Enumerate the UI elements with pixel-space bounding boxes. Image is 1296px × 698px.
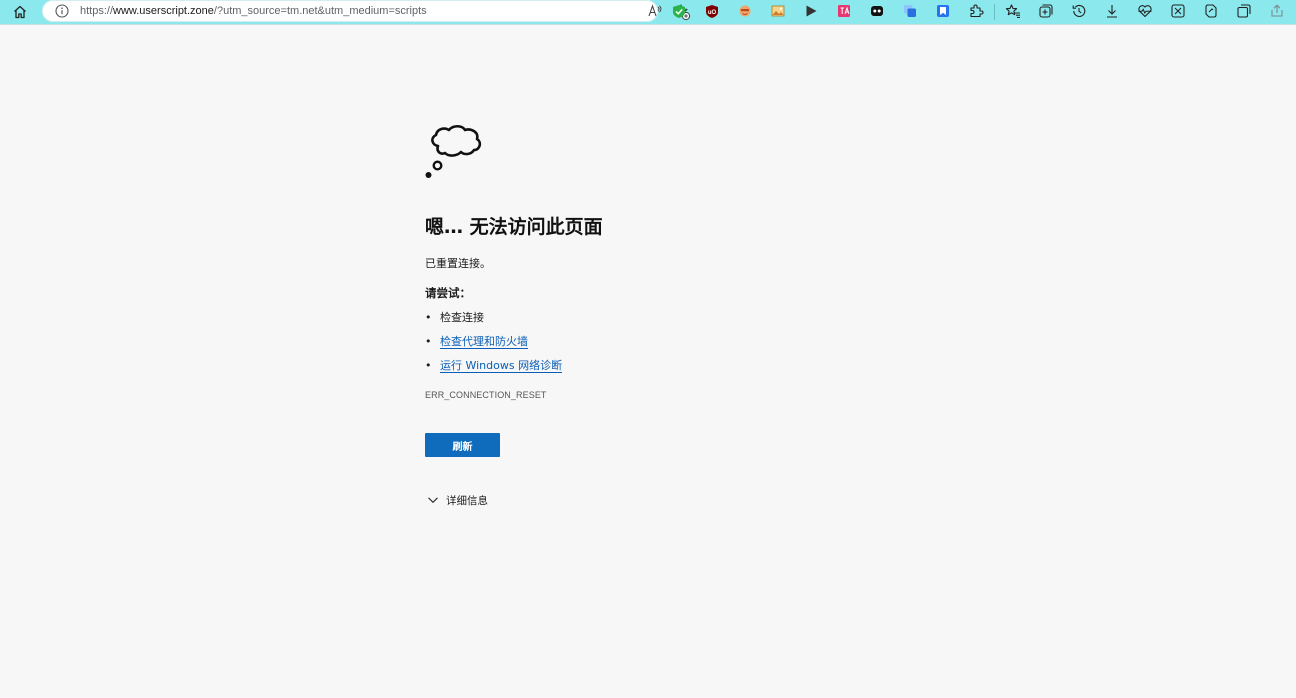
- image-extension-icon[interactable]: [770, 3, 786, 19]
- pink-translate-extension-icon[interactable]: [836, 3, 852, 19]
- collections-icon[interactable]: [1038, 3, 1054, 19]
- heartbeat-icon[interactable]: [1137, 3, 1153, 19]
- try-label: 请尝试：: [425, 286, 471, 300]
- read-aloud-icon[interactable]: [647, 3, 663, 19]
- favorites-icon[interactable]: [1005, 3, 1021, 19]
- play-extension-icon[interactable]: [803, 3, 819, 19]
- ublock-extension-icon[interactable]: uO: [704, 3, 720, 19]
- download-icon[interactable]: [1104, 3, 1120, 19]
- extensions-icon[interactable]: [968, 3, 984, 19]
- orange-face-extension-icon[interactable]: [737, 3, 753, 19]
- home-icon[interactable]: [10, 2, 30, 22]
- svg-text:uO: uO: [708, 10, 717, 16]
- copilot-icon[interactable]: [1203, 3, 1219, 19]
- share-icon[interactable]: [1269, 3, 1285, 19]
- check-proxy-firewall-link[interactable]: 检查代理和防火墙: [440, 335, 528, 349]
- toolbar-divider: [994, 4, 995, 20]
- bullet: •: [425, 311, 432, 324]
- browser-toolbar: https://www.userscript.zone/?utm_source=…: [0, 0, 1296, 25]
- black-mask-extension-icon[interactable]: [869, 3, 885, 19]
- bullet: •: [425, 359, 432, 372]
- details-label: 详细信息: [446, 494, 488, 507]
- workspaces-icon[interactable]: [1236, 3, 1252, 19]
- bullet: •: [425, 335, 432, 348]
- thought-cloud-icon: [425, 124, 482, 178]
- history-icon[interactable]: [1071, 3, 1087, 19]
- url-text[interactable]: https://www.userscript.zone/?utm_source=…: [80, 4, 427, 18]
- url-host: www.userscript.zone: [113, 5, 214, 17]
- error-title: 嗯… 无法访问此页面: [425, 216, 603, 238]
- blue-bookmark-extension-icon[interactable]: [935, 3, 951, 19]
- address-bar[interactable]: https://www.userscript.zone/?utm_source=…: [42, 0, 691, 22]
- suggestion-check-connection: 检查连接: [440, 311, 484, 324]
- chevron-down-icon: [428, 497, 438, 504]
- details-toggle[interactable]: 详细信息: [425, 492, 488, 508]
- info-icon[interactable]: [54, 3, 70, 19]
- windows-network-diagnostics-link[interactable]: 运行 Windows 网络诊断: [440, 359, 563, 373]
- refresh-button[interactable]: 刷新: [425, 433, 500, 457]
- screenshot-icon[interactable]: [1170, 3, 1186, 19]
- error-code: ERR_CONNECTION_RESET: [425, 390, 547, 400]
- error-message: 已重置连接。: [425, 257, 491, 270]
- green-shield-extension-icon[interactable]: [671, 3, 687, 19]
- blue-copy-extension-icon[interactable]: [902, 3, 918, 19]
